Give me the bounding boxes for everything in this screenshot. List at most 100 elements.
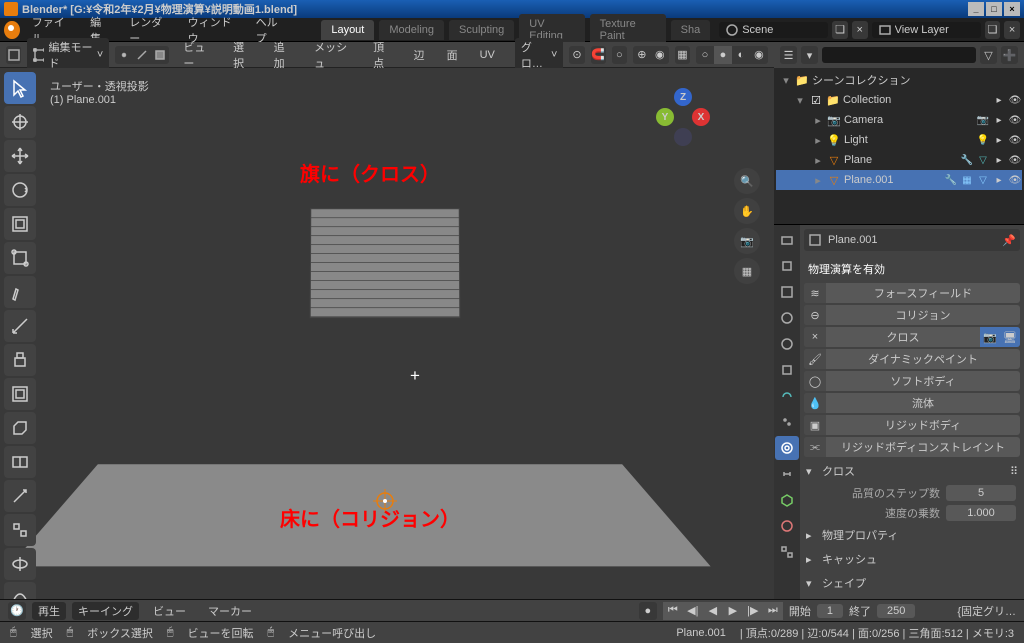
playback-menu[interactable]: 再生 bbox=[32, 602, 66, 620]
display-mode-button[interactable]: ▾ bbox=[801, 46, 818, 64]
tab-material[interactable] bbox=[775, 514, 799, 538]
play-fwd[interactable]: ▶ bbox=[723, 602, 743, 620]
cloth-button[interactable]: ×クロス📷🖥 bbox=[804, 327, 1020, 347]
propedit-button[interactable]: ○ bbox=[612, 46, 627, 64]
pan-button[interactable]: ✋ bbox=[734, 198, 760, 224]
knife-tool[interactable] bbox=[4, 480, 36, 512]
tree-collection[interactable]: ▾☑📁Collection▸👁 bbox=[776, 90, 1022, 110]
tab-mesh-data[interactable] bbox=[775, 488, 799, 512]
x-axis[interactable]: X bbox=[692, 108, 710, 126]
jump-start[interactable]: ⏮ bbox=[663, 602, 683, 620]
viewlayer-delete-button[interactable]: × bbox=[1004, 21, 1020, 39]
next-key[interactable]: |▶ bbox=[743, 602, 763, 620]
speed-mult-input[interactable]: 1.000 bbox=[946, 505, 1016, 521]
collision-button[interactable]: ⊖コリジョン bbox=[804, 305, 1020, 325]
menu-face[interactable]: 面 bbox=[439, 45, 466, 65]
jump-end[interactable]: ⏭ bbox=[763, 602, 783, 620]
viewlayer-selector[interactable] bbox=[872, 22, 981, 38]
forcefield-button[interactable]: ≋フォースフィールド bbox=[804, 283, 1020, 303]
tab-texture[interactable] bbox=[775, 540, 799, 564]
tab-sha[interactable]: Sha bbox=[671, 20, 711, 40]
remove-cloth-icon[interactable]: × bbox=[804, 327, 826, 347]
wire-shading[interactable]: ○ bbox=[696, 46, 714, 64]
eye-icon[interactable]: 👁 bbox=[1008, 93, 1022, 107]
quality-steps-input[interactable]: 5 bbox=[946, 485, 1016, 501]
annotate-tool[interactable] bbox=[4, 276, 36, 308]
phys-props-panel[interactable]: ▸物理プロパティ bbox=[804, 523, 1020, 547]
3d-viewport[interactable]: + 旗に（クロス） 床に（コリジョン） ユーザー・透視投影 (1) Plane. bbox=[0, 68, 774, 599]
tree-scene-collection[interactable]: ▾📁シーンコレクション bbox=[776, 70, 1022, 90]
tab-scene-prop[interactable] bbox=[775, 306, 799, 330]
light-data-icon[interactable]: 💡 bbox=[976, 133, 990, 147]
outliner-type-button[interactable]: ☰ bbox=[780, 46, 797, 64]
camera-view-button[interactable]: 📷 bbox=[734, 228, 760, 254]
extrude-tool[interactable] bbox=[4, 344, 36, 376]
tree-camera[interactable]: ▸📷Camera📷▸👁 bbox=[776, 110, 1022, 130]
render-toggle-icon[interactable]: 📷 bbox=[980, 327, 1000, 347]
autokey-button[interactable]: ● bbox=[639, 602, 657, 620]
camera-data-icon[interactable]: 📷 bbox=[976, 113, 990, 127]
prev-key[interactable]: ◀| bbox=[683, 602, 703, 620]
solid-shading[interactable]: ● bbox=[714, 46, 732, 64]
timeline-view[interactable]: ビュー bbox=[145, 601, 194, 621]
z-axis[interactable]: Z bbox=[674, 88, 692, 106]
edge-select[interactable] bbox=[133, 46, 151, 64]
viewlayer-input[interactable] bbox=[895, 24, 975, 36]
frame-start-input[interactable]: 1 bbox=[817, 604, 843, 618]
rigidcon-button[interactable]: ⫘リジッドボディコンストレイント bbox=[804, 437, 1020, 457]
tab-sculpting[interactable]: Sculpting bbox=[449, 20, 514, 40]
tree-plane001[interactable]: ▸▽Plane.001🔧▦▽▸👁 bbox=[776, 170, 1022, 190]
tab-physics[interactable] bbox=[775, 436, 799, 460]
face-select[interactable] bbox=[151, 46, 169, 64]
display-toggle-icon[interactable]: 🖥 bbox=[1000, 327, 1020, 347]
modifier-icon[interactable]: 🔧 bbox=[960, 153, 974, 167]
pivot-button[interactable]: ⊙ bbox=[569, 46, 584, 64]
gizmo-toggle[interactable]: ⊕ bbox=[633, 46, 651, 64]
outliner-tree[interactable]: ▾📁シーンコレクション ▾☑📁Collection▸👁 ▸📷Camera📷▸👁 … bbox=[774, 68, 1024, 224]
y-axis[interactable]: Y bbox=[656, 108, 674, 126]
overlay-toggle[interactable]: ◉ bbox=[651, 46, 669, 64]
measure-tool[interactable] bbox=[4, 310, 36, 342]
outliner-search[interactable] bbox=[822, 47, 976, 63]
scale-tool[interactable] bbox=[4, 208, 36, 240]
cache-panel[interactable]: ▸キャッシュ bbox=[804, 547, 1020, 571]
tree-light[interactable]: ▸💡Light💡▸👁 bbox=[776, 130, 1022, 150]
scene-input[interactable] bbox=[742, 24, 822, 36]
tab-render[interactable] bbox=[775, 228, 799, 252]
dynpaint-button[interactable]: 🖌ダイナミックペイント bbox=[804, 349, 1020, 369]
tree-plane[interactable]: ▸▽Plane🔧▽▸👁 bbox=[776, 150, 1022, 170]
menu-uv2[interactable]: UV bbox=[472, 47, 503, 63]
render-shading[interactable]: ◉ bbox=[750, 46, 768, 64]
select-tool[interactable] bbox=[4, 72, 36, 104]
exclude-icon[interactable]: ▸ bbox=[992, 93, 1006, 107]
filter-button[interactable]: ▽ bbox=[980, 46, 997, 64]
neg-z-axis[interactable] bbox=[674, 128, 692, 146]
maximize-button[interactable]: □ bbox=[986, 2, 1002, 16]
timeline-marker[interactable]: マーカー bbox=[200, 601, 260, 621]
tab-world[interactable] bbox=[775, 332, 799, 356]
blender-logo[interactable] bbox=[4, 21, 20, 39]
tab-modifier[interactable] bbox=[775, 384, 799, 408]
scene-selector[interactable] bbox=[719, 22, 828, 38]
matprev-shading[interactable]: ◐ bbox=[732, 46, 750, 64]
tab-object[interactable] bbox=[775, 358, 799, 382]
fluid-button[interactable]: 💧流体 bbox=[804, 393, 1020, 413]
polybuild-tool[interactable] bbox=[4, 514, 36, 546]
spin-tool[interactable] bbox=[4, 548, 36, 580]
tab-texture[interactable]: Texture Paint bbox=[590, 14, 666, 46]
inset-tool[interactable] bbox=[4, 378, 36, 410]
editor-type-button[interactable] bbox=[6, 46, 21, 64]
loopcut-tool[interactable] bbox=[4, 446, 36, 478]
close-button[interactable]: × bbox=[1004, 2, 1020, 16]
minimize-button[interactable]: _ bbox=[968, 2, 984, 16]
softbody-button[interactable]: ◯ソフトボディ bbox=[804, 371, 1020, 391]
tab-viewlayer[interactable] bbox=[775, 280, 799, 304]
snap-button[interactable]: 🧲 bbox=[591, 46, 606, 64]
smooth-tool[interactable] bbox=[4, 582, 36, 599]
viewlayer-new-button[interactable]: ❏ bbox=[985, 21, 1001, 39]
perspective-button[interactable]: ▦ bbox=[734, 258, 760, 284]
rigidbody-button[interactable]: ▣リジッドボディ bbox=[804, 415, 1020, 435]
play-rev[interactable]: ◀ bbox=[703, 602, 723, 620]
zoom-button[interactable]: 🔍 bbox=[734, 168, 760, 194]
pin-icon[interactable]: 📌 bbox=[1002, 234, 1016, 247]
